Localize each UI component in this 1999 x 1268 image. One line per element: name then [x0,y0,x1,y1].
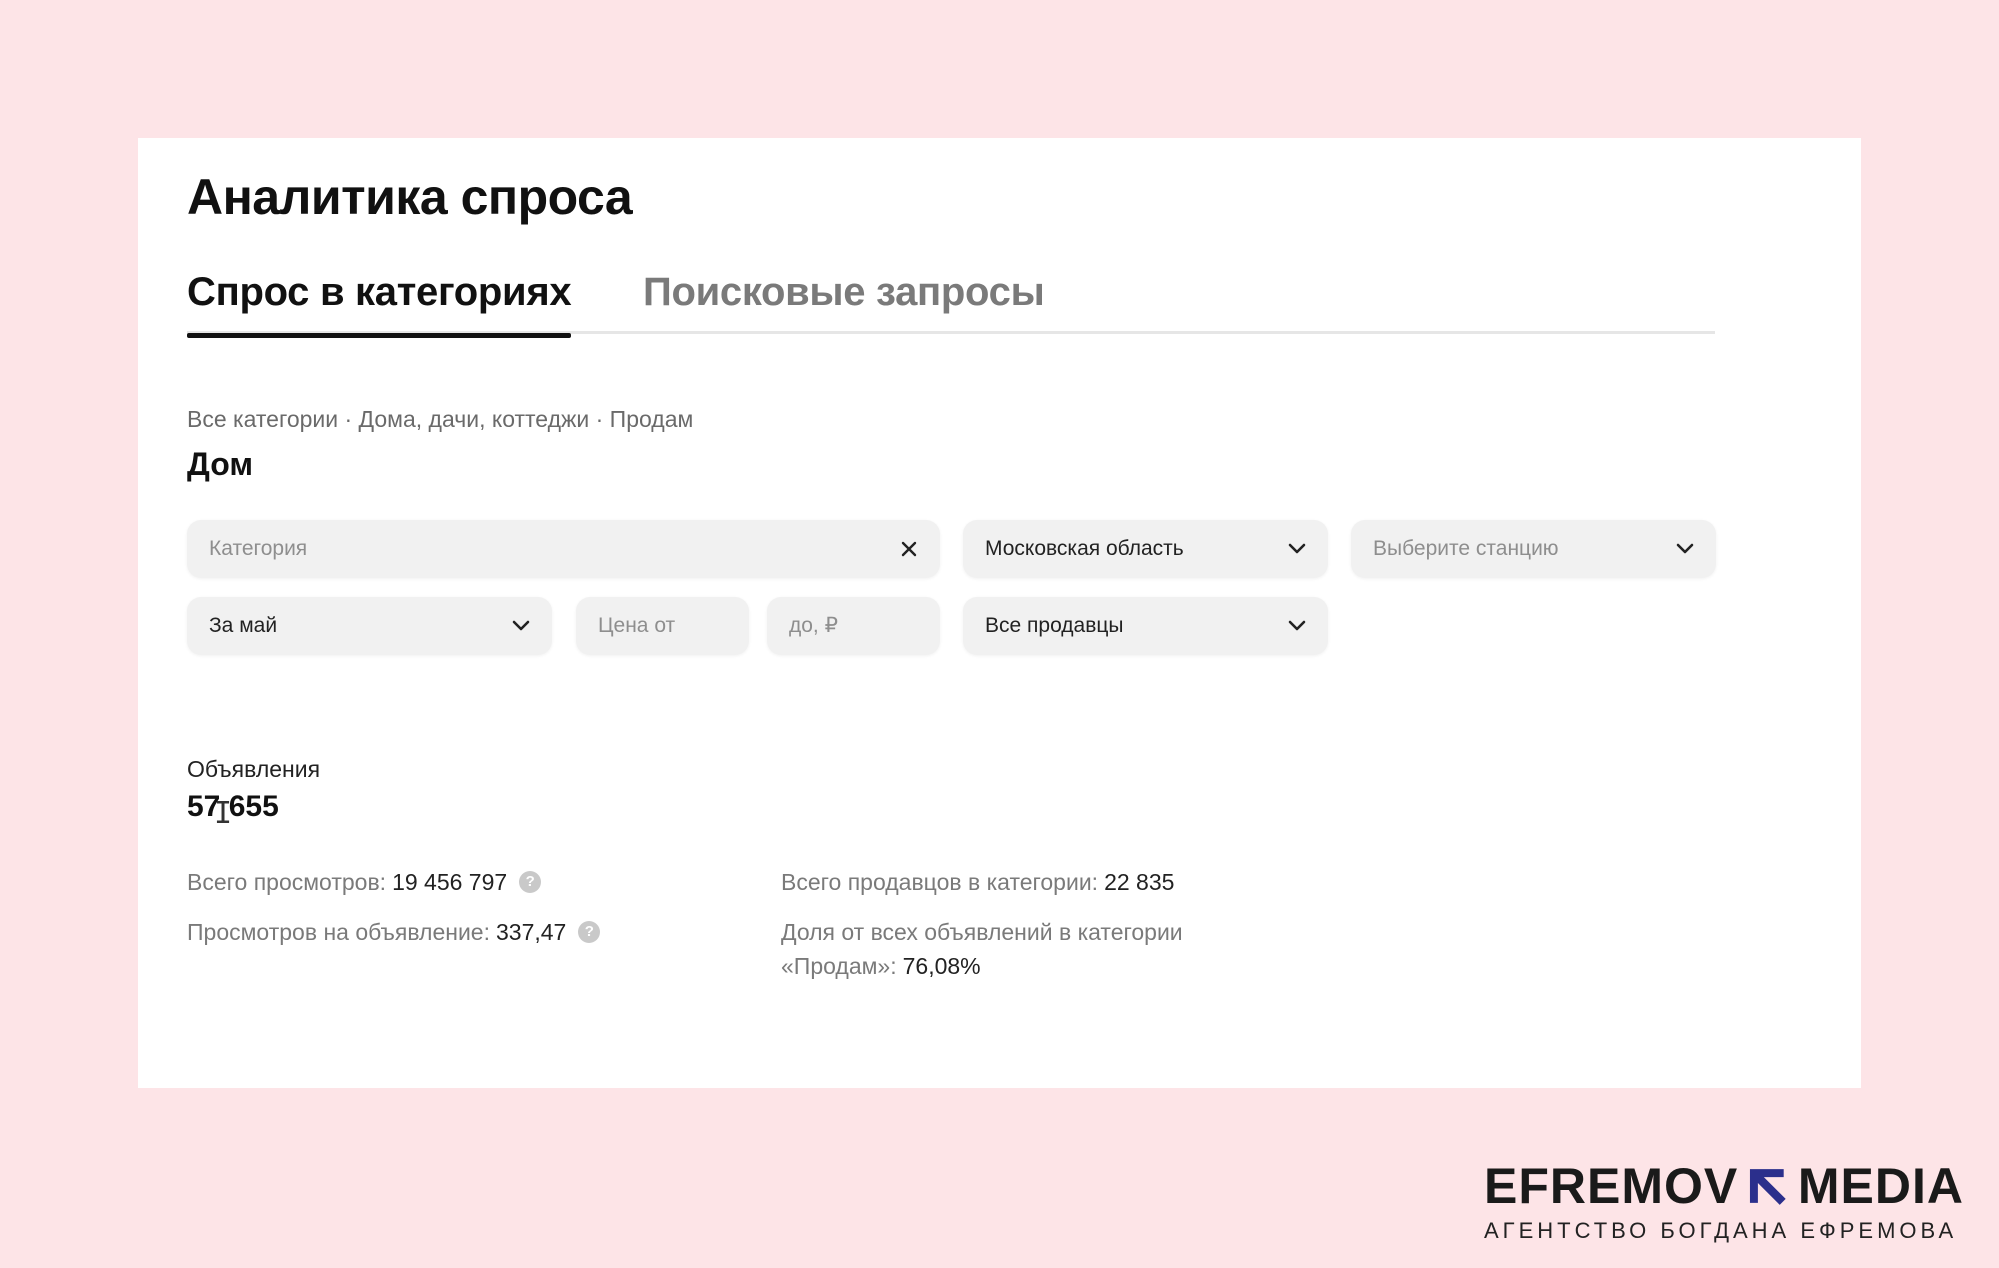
views-per-ad-label: Просмотров на объявление: [187,919,490,945]
total-views-stat: Всего просмотров: 19 456 797 ? [187,865,542,899]
price-to-field[interactable] [767,597,940,655]
brand-logo: EFREMOV MEDIA АГЕНТСТВО БОГДАНА ЕФРЕМОВА [1484,1160,1964,1244]
total-sellers-label: Всего продавцов в категории: [781,869,1099,895]
analytics-panel: Аналитика спроса Спрос в категориях Поис… [138,138,1861,1088]
period-value: За май [209,614,278,637]
brand-subtitle: АГЕНТСТВО БОГДАНА ЕФРЕМОВА [1484,1218,1958,1243]
category-input[interactable]: Категория [187,520,940,578]
total-views-value: 19 456 797 [392,869,508,895]
breadcrumb[interactable]: Все категории · Дома, дачи, коттеджи · П… [187,406,693,433]
help-icon[interactable]: ? [519,871,542,893]
section-title: Дом [187,446,253,482]
chevron-down-icon [1286,615,1308,637]
views-per-ad-stat: Просмотров на объявление: 337,47 ? [187,915,601,949]
text-cursor-icon: I [214,796,233,831]
views-per-ad-value: 337,47 [496,919,567,945]
region-value: Московская область [985,537,1184,560]
clear-icon[interactable] [898,538,920,560]
chevron-down-icon [1674,538,1696,560]
share-stat: Доля от всех объявлений в категории «Про… [781,915,1183,983]
tab-search-queries[interactable]: Поисковые запросы [643,270,1045,334]
brand-left: EFREMOV [1484,1158,1739,1214]
brand-right: MEDIA [1797,1158,1964,1214]
station-select[interactable]: Выберите станцию [1351,520,1716,578]
share-line2: «Продам»: 76,08% [781,949,1183,983]
chevron-down-icon [510,615,532,637]
clipped-heading-fragment [187,1074,347,1088]
share-label-line1: Доля от всех объявлений в категории [781,919,1183,945]
arrow-up-left-icon [1750,1169,1786,1205]
region-select[interactable]: Московская область [963,520,1328,578]
total-sellers-stat: Всего продавцов в категории: 22 835 [781,865,1174,899]
sellers-value: Все продавцы [985,614,1124,637]
tab-category-demand[interactable]: Спрос в категориях [187,270,572,338]
share-value: 76,08% [902,953,981,979]
price-to-input[interactable] [789,614,920,638]
brand-wordmark: EFREMOV MEDIA [1484,1160,1964,1212]
chevron-down-icon [1286,538,1308,560]
price-from-input[interactable] [598,614,729,638]
ads-label: Объявления [187,756,321,782]
share-label-line2: «Продам»: [781,953,897,979]
category-placeholder: Категория [209,537,308,560]
page-title: Аналитика спроса [187,169,633,225]
price-from-field[interactable] [576,597,749,655]
ads-count: 57 655 [187,790,279,823]
help-icon[interactable]: ? [578,921,601,943]
period-select[interactable]: За май [187,597,552,655]
station-placeholder: Выберите станцию [1373,537,1559,560]
total-views-label: Всего просмотров: [187,869,387,895]
tabs-bar: Спрос в категориях Поисковые запросы [187,270,1715,338]
screen: Аналитика спроса Спрос в категориях Поис… [0,0,1999,1268]
sellers-select[interactable]: Все продавцы [963,597,1328,655]
total-sellers-value: 22 835 [1104,869,1175,895]
